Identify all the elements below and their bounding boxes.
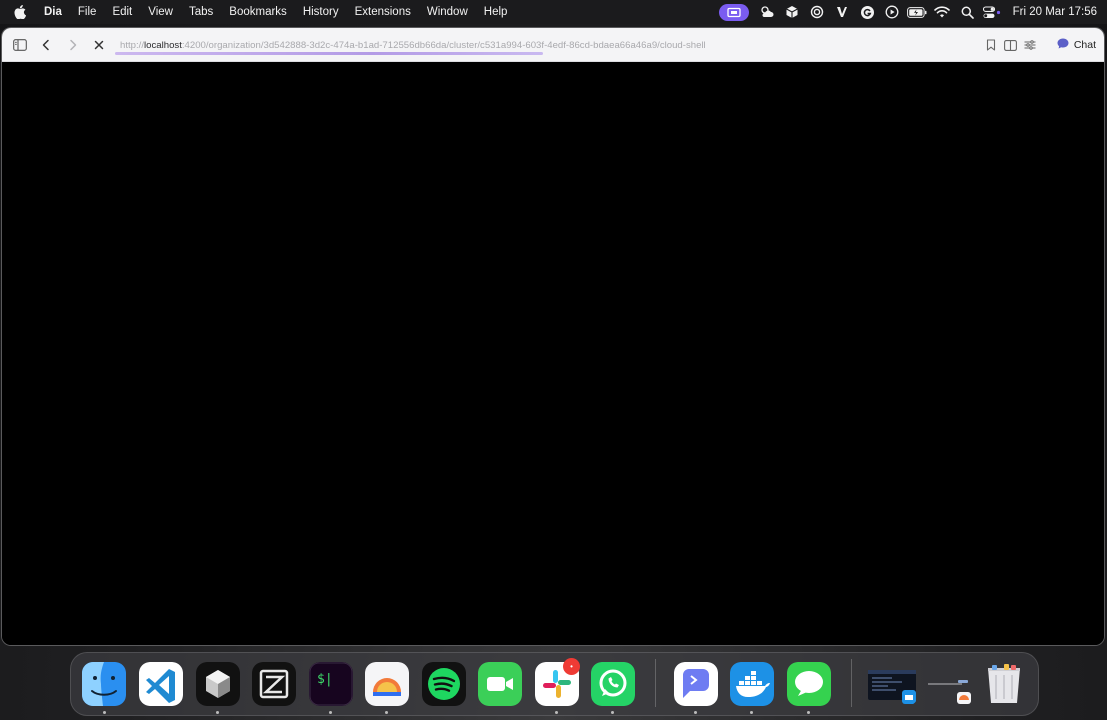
slack-badge: •: [563, 658, 580, 675]
vscode-icon[interactable]: [139, 662, 183, 706]
minimized-window-thumbnail[interactable]: [866, 662, 918, 706]
running-indicator: [103, 711, 106, 714]
url-host: localhost: [144, 39, 182, 51]
play-circle-icon[interactable]: [880, 0, 905, 24]
chat-bubble-icon: [1057, 38, 1069, 52]
finder-icon[interactable]: [82, 662, 126, 706]
adjustments-icon[interactable]: [1020, 35, 1040, 55]
menu-edit[interactable]: Edit: [104, 0, 140, 24]
page-load-progress: [115, 52, 543, 55]
raycast-icon[interactable]: [674, 662, 718, 706]
dock: $| •: [70, 652, 1039, 716]
messages-icon[interactable]: [787, 662, 831, 706]
menu-bar: Dia File Edit View Tabs Bookmarks Histor…: [0, 0, 1107, 24]
grammarly-icon[interactable]: [855, 0, 880, 24]
zed-icon[interactable]: [252, 662, 296, 706]
terminal-icon[interactable]: $|: [309, 662, 353, 706]
spiral-icon[interactable]: [805, 0, 830, 24]
page-content[interactable]: [2, 62, 1104, 645]
battery-icon[interactable]: [905, 0, 930, 24]
running-indicator: [611, 711, 614, 714]
menu-tabs[interactable]: Tabs: [181, 0, 221, 24]
dock-separator: [851, 659, 852, 707]
running-indicator: [385, 711, 388, 714]
chat-label: Chat: [1073, 39, 1096, 51]
downloads-stack-icon[interactable]: [924, 662, 974, 706]
running-indicator: [555, 711, 558, 714]
browser-window: http://localhost:4200/organization/3d542…: [2, 28, 1104, 645]
apple-icon[interactable]: [14, 5, 27, 19]
stop-loading-button[interactable]: [89, 35, 109, 55]
wifi-icon[interactable]: [930, 0, 955, 24]
v-icon[interactable]: [830, 0, 855, 24]
control-center-icon[interactable]: [980, 0, 1005, 24]
menu-bookmarks[interactable]: Bookmarks: [221, 0, 295, 24]
split-view-icon[interactable]: [1000, 35, 1020, 55]
menu-clock[interactable]: Fri 20 Mar 17:56: [1005, 6, 1097, 18]
menu-extensions[interactable]: Extensions: [347, 0, 419, 24]
back-button[interactable]: [36, 35, 56, 55]
bookmark-icon[interactable]: [981, 35, 1001, 55]
running-indicator: [750, 711, 753, 714]
docker-icon[interactable]: [730, 662, 774, 706]
menu-file[interactable]: File: [70, 0, 105, 24]
cube-app-icon[interactable]: [196, 662, 240, 706]
sidebar-toggle-icon[interactable]: [10, 35, 30, 55]
running-indicator: [216, 711, 219, 714]
screen-share-icon[interactable]: [718, 0, 749, 24]
running-indicator: [329, 711, 332, 714]
weather-icon[interactable]: [755, 0, 780, 24]
desktop: Dia File Edit View Tabs Bookmarks Histor…: [0, 0, 1107, 720]
menu-view[interactable]: View: [140, 0, 181, 24]
trash-icon[interactable]: [982, 662, 1026, 706]
facetime-icon[interactable]: [478, 662, 522, 706]
menu-help[interactable]: Help: [476, 0, 516, 24]
running-indicator: [807, 711, 810, 714]
menu-window[interactable]: Window: [419, 0, 476, 24]
whatsapp-icon[interactable]: [591, 662, 635, 706]
url-path: :4200/organization/3d542888-3d2c-474a-b1…: [181, 39, 706, 51]
spotify-icon[interactable]: [422, 662, 466, 706]
search-icon[interactable]: [955, 0, 980, 24]
menu-app-name[interactable]: Dia: [44, 0, 70, 24]
arc-icon[interactable]: [365, 662, 409, 706]
svg-text:$|: $|: [317, 672, 333, 687]
url-scheme: http://: [120, 39, 144, 51]
dock-separator: [655, 659, 656, 707]
chat-button[interactable]: Chat: [1051, 34, 1102, 56]
browser-toolbar: http://localhost:4200/organization/3d542…: [2, 28, 1104, 62]
box-icon[interactable]: [780, 0, 805, 24]
forward-button[interactable]: [63, 35, 83, 55]
running-indicator: [694, 711, 697, 714]
menu-history[interactable]: History: [295, 0, 347, 24]
